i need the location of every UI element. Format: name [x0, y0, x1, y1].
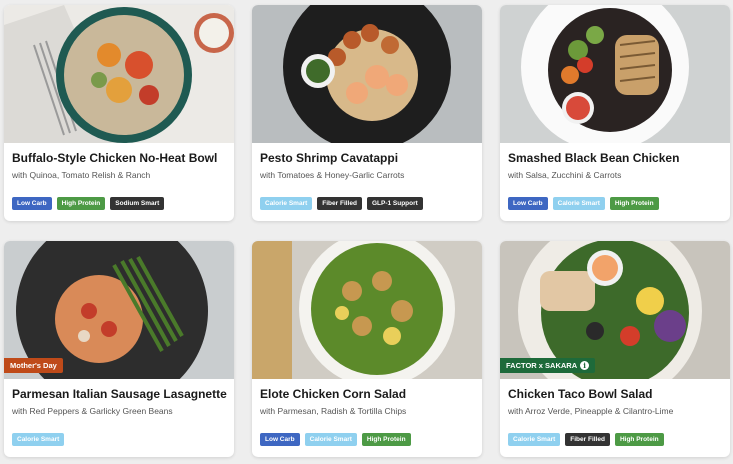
meal-subtitle: with Parmesan, Radish & Tortilla Chips	[260, 406, 407, 416]
tag-glp1-support: GLP-1 Support	[366, 197, 423, 210]
tag-sodium-smart: Sodium Smart	[110, 197, 165, 210]
tag-low-carb: Low Carb	[508, 197, 548, 210]
meal-title: Elote Chicken Corn Salad	[260, 387, 407, 401]
tag-high-protein: High Protein	[614, 433, 664, 446]
promo-ribbon-label: FACTOR x SAKARA	[506, 361, 578, 370]
meal-title: Chicken Taco Bowl Salad	[508, 387, 653, 401]
meal-subtitle: with Tomatoes & Honey-Garlic Carrots	[260, 170, 405, 180]
meal-image	[252, 241, 482, 379]
promo-ribbon[interactable]: FACTOR x SAKARA i	[500, 358, 596, 373]
meal-tags: Low Carb Calorie Smart High Protein	[508, 197, 659, 210]
meal-image	[500, 5, 730, 143]
meal-tags: Calorie Smart Fiber Filled GLP-1 Support	[260, 197, 423, 210]
meal-card[interactable]: Mother's Day Parmesan Italian Sausage La…	[4, 241, 234, 457]
meal-subtitle: with Red Peppers & Garlicky Green Beans	[12, 406, 173, 416]
meal-image	[4, 5, 234, 143]
promo-ribbon: Mother's Day	[4, 358, 63, 373]
tag-high-protein: High Protein	[609, 197, 659, 210]
meal-card[interactable]: FACTOR x SAKARA i Chicken Taco Bowl Salad…	[500, 241, 730, 457]
meal-card[interactable]: Elote Chicken Corn Salad with Parmesan, …	[252, 241, 482, 457]
meal-title: Buffalo-Style Chicken No-Heat Bowl	[12, 151, 218, 165]
tag-low-carb: Low Carb	[12, 197, 52, 210]
meal-subtitle: with Salsa, Zucchini & Carrots	[508, 170, 622, 180]
tag-high-protein: High Protein	[361, 433, 411, 446]
tag-fiber-filled: Fiber Filled	[565, 433, 610, 446]
tag-calorie-smart: Calorie Smart	[260, 197, 313, 210]
meal-tags: Low Carb Calorie Smart High Protein	[260, 433, 411, 446]
tag-calorie-smart: Calorie Smart	[304, 433, 357, 446]
meal-subtitle: with Arroz Verde, Pineapple & Cilantro-L…	[508, 406, 674, 416]
meal-card[interactable]: Pesto Shrimp Cavatappi with Tomatoes & H…	[252, 5, 482, 221]
tag-calorie-smart: Calorie Smart	[508, 433, 561, 446]
meal-tags: Calorie Smart Fiber Filled High Protein	[508, 433, 664, 446]
meal-image	[252, 5, 482, 143]
tag-calorie-smart: Calorie Smart	[12, 433, 65, 446]
tag-high-protein: High Protein	[56, 197, 106, 210]
meal-card[interactable]: Buffalo-Style Chicken No-Heat Bowl with …	[4, 5, 234, 221]
meal-subtitle: with Quinoa, Tomato Relish & Ranch	[12, 170, 151, 180]
meal-tags: Low Carb High Protein Sodium Smart	[12, 197, 165, 210]
tag-calorie-smart: Calorie Smart	[552, 197, 605, 210]
meal-title: Parmesan Italian Sausage Lasagnette	[12, 387, 227, 401]
info-icon[interactable]: i	[580, 361, 590, 370]
tag-low-carb: Low Carb	[260, 433, 300, 446]
meal-title: Smashed Black Bean Chicken	[508, 151, 680, 165]
meal-title: Pesto Shrimp Cavatappi	[260, 151, 399, 165]
meal-tags: Calorie Smart	[12, 433, 65, 446]
tag-fiber-filled: Fiber Filled	[317, 197, 362, 210]
meal-card[interactable]: Smashed Black Bean Chicken with Salsa, Z…	[500, 5, 730, 221]
meal-grid: Buffalo-Style Chicken No-Heat Bowl with …	[0, 0, 733, 464]
